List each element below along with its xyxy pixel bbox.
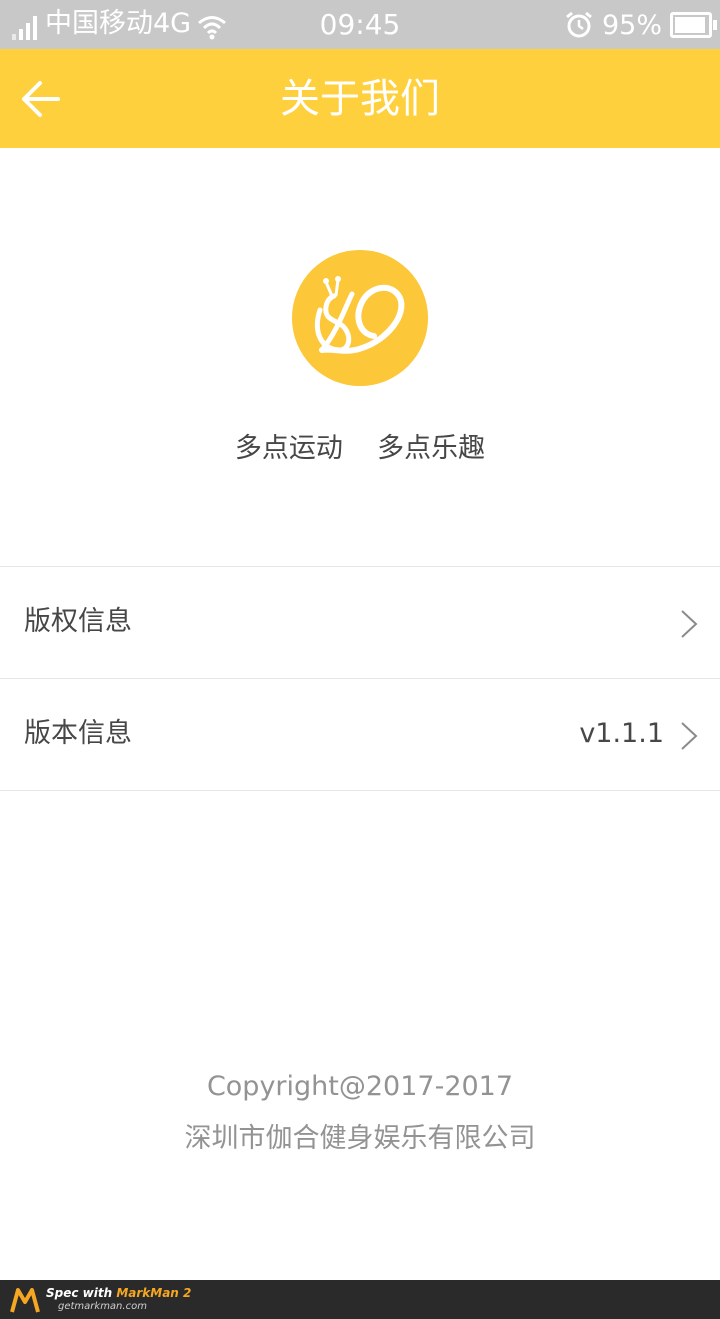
row-label: 版本信息 <box>24 718 132 749</box>
company-name: 深圳市伽合健身娱乐有限公司 <box>184 1123 536 1154</box>
chevron-right-icon <box>681 722 698 750</box>
slogan: 多点运动 多点乐趣 <box>234 433 486 464</box>
chevron-right-icon <box>681 610 698 638</box>
markman-prefix: Spec with <box>46 1286 117 1300</box>
version-value: v1.1.1 <box>579 718 664 749</box>
version-info-row[interactable]: 版本信息 v1.1.1 <box>0 678 720 791</box>
battery-percent: 95% <box>601 9 662 41</box>
markman-brand: MarkMan 2 <box>116 1286 192 1300</box>
markman-spec-text: Spec with MarkMan 2 <box>46 1286 191 1300</box>
status-bar-right: 95% <box>564 8 717 42</box>
markman-url: getmarkman.com <box>58 1301 147 1312</box>
row-label: 版权信息 <box>24 606 132 637</box>
alarm-icon <box>566 11 592 38</box>
battery-icon <box>670 12 717 38</box>
copyright-text: Copyright@2017-2017 <box>206 1071 514 1102</box>
markman-logo-icon <box>10 1288 40 1313</box>
markman-watermark-bar: Spec with MarkMan 2 getmarkman.com <box>0 1280 720 1319</box>
snail-logo-icon <box>292 250 428 386</box>
app-header: 关于我们 <box>0 49 720 148</box>
page-title: 关于我们 <box>280 76 440 122</box>
copyright-info-row[interactable]: 版权信息 <box>0 566 720 678</box>
status-bar: 中国移动4G 09:45 95% <box>0 0 720 49</box>
settings-list: 版权信息 版本信息 v1.1.1 <box>0 566 720 791</box>
footer: Copyright@2017-2017 深圳市伽合健身娱乐有限公司 <box>0 1066 720 1170</box>
